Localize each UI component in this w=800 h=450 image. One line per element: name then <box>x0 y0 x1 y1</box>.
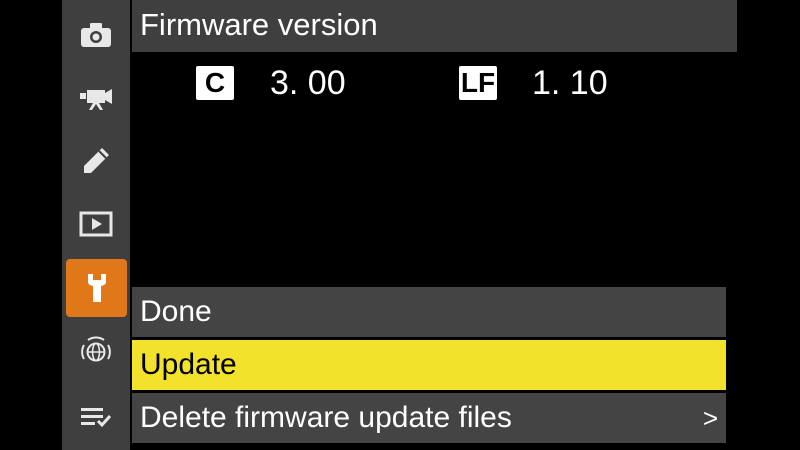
camera-menu-screen: Firmware version C 3. 00 LF 1. 10 Done U… <box>0 0 800 450</box>
page-title: Firmware version <box>140 7 378 42</box>
chevron-right-icon: > <box>702 403 718 433</box>
network-globe-icon[interactable] <box>62 325 130 379</box>
firmware-c-badge: C <box>196 66 234 100</box>
update-label: Update <box>140 348 237 381</box>
wrench-icon[interactable] <box>66 259 127 317</box>
delete-firmware-update-files-label: Delete firmware update files <box>140 401 512 434</box>
done-label: Done <box>140 295 212 328</box>
firmware-lf-badge: LF <box>459 66 497 100</box>
movie-camera-icon[interactable] <box>62 71 130 125</box>
firmware-c-version: 3. 00 <box>270 64 346 102</box>
firmware-lf-version: 1. 10 <box>532 64 608 102</box>
done-option[interactable]: Done <box>132 287 726 337</box>
my-menu-icon[interactable] <box>62 390 130 444</box>
menu-tab-rail <box>62 0 130 450</box>
camera-icon[interactable] <box>62 8 130 62</box>
delete-firmware-update-files-option[interactable]: Delete firmware update files > <box>132 393 726 443</box>
pencil-icon[interactable] <box>62 134 130 188</box>
playback-icon[interactable] <box>62 197 130 251</box>
update-option[interactable]: Update <box>132 340 726 390</box>
title-bar: Firmware version <box>132 0 737 52</box>
